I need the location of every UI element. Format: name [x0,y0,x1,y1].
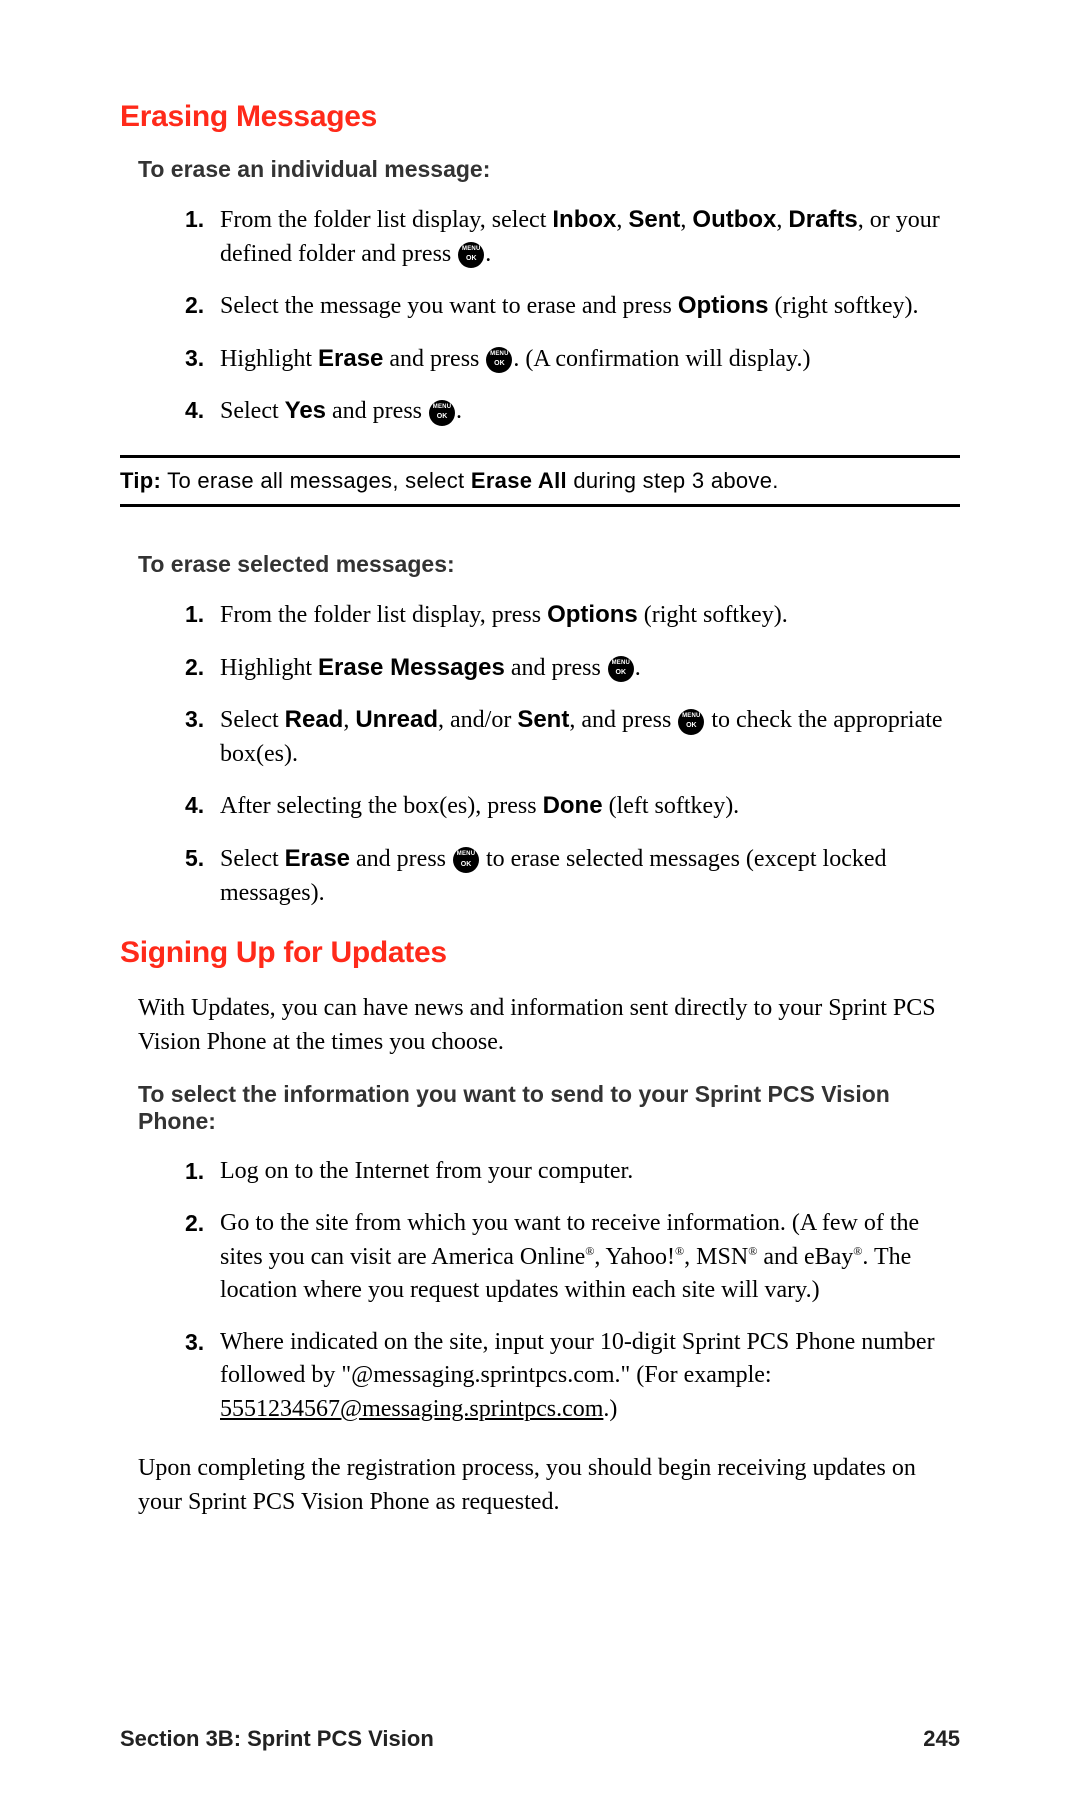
step-number: 1. [185,203,204,235]
t: . [456,398,462,424]
heading-erasing-messages: Erasing Messages [120,100,960,134]
step-text: Select the message you want to erase and… [220,293,678,319]
step-item: 2. Select the message you want to erase … [190,289,960,324]
step-text: From the folder list display, select [220,207,552,233]
step-item: 3. Where indicated on the site, input yo… [190,1326,960,1427]
t: , and press [569,707,677,733]
step-number: 5. [185,842,204,874]
intro-paragraph: With Updates, you can have news and info… [138,992,960,1059]
bold: Drafts [788,206,857,233]
t: and press [326,398,428,424]
t: . [485,241,491,267]
steps-erase-selected: 1. From the folder list display, press O… [120,598,960,910]
bold: Erase Messages [318,654,505,681]
step-text: After selecting the box(es), press [220,793,543,819]
bold: Sent [517,706,569,733]
step-item: 1. From the folder list display, press O… [190,598,960,633]
bold: Sent [628,206,680,233]
t: (left softkey). [603,793,740,819]
menu-ok-icon [458,242,484,268]
heading-signing-up: Signing Up for Updates [120,936,960,970]
step-item: 2. Go to the site from which you want to… [190,1207,960,1308]
step-number: 4. [185,789,204,821]
t: , MSN [684,1244,748,1270]
subhead-erase-selected: To erase selected messages: [138,551,960,578]
tip-text: To erase all messages, select [161,468,471,493]
t: , [616,207,628,233]
step-item: 5. Select Erase and press to erase selec… [190,842,960,910]
example-email-link: 5551234567@messaging.sprintpcs.com [220,1396,603,1422]
bold: Erase [318,345,383,372]
step-item: 4. After selecting the box(es), press Do… [190,789,960,824]
step-item: 2. Highlight Erase Messages and press . [190,651,960,686]
subhead-erase-individual: To erase an individual message: [138,156,960,183]
menu-ok-icon [486,347,512,373]
bold: Options [678,292,769,319]
step-number: 1. [185,598,204,630]
step-item: 1. From the folder list display, select … [190,203,960,271]
step-text: Select [220,846,285,872]
page-footer: Section 3B: Sprint PCS Vision 245 [0,1726,1080,1752]
t: and press [350,846,452,872]
t: , and/or [438,707,517,733]
t: (right softkey). [638,602,788,628]
step-number: 1. [185,1155,204,1187]
step-item: 1. Log on to the Internet from your comp… [190,1155,960,1189]
bold: Yes [285,397,326,424]
step-text: Select [220,398,285,424]
tip-label: Tip: [120,468,161,493]
step-item: 4. Select Yes and press . [190,394,960,429]
step-number: 2. [185,1207,204,1239]
tip-bold: Erase All [471,468,567,493]
step-item: 3. Select Read, Unread, and/or Sent, and… [190,703,960,771]
step-text: Select [220,707,285,733]
t: and press [505,655,607,681]
step-text: Where indicated on the site, input your … [220,1329,935,1389]
footer-section: Section 3B: Sprint PCS Vision [120,1726,434,1752]
step-number: 2. [185,651,204,683]
steps-signing-up: 1. Log on to the Internet from your comp… [120,1155,960,1426]
bold: Unread [355,706,438,733]
t: .) [603,1396,617,1422]
step-text: Highlight [220,346,318,372]
tip-block: Tip: To erase all messages, select Erase… [120,455,960,507]
menu-ok-icon [429,400,455,426]
trademark-icon: ® [748,1244,757,1258]
t: (right softkey). [769,293,919,319]
bold: Read [285,706,344,733]
step-number: 3. [185,703,204,735]
t: , [343,707,355,733]
footer-page-number: 245 [923,1726,960,1752]
menu-ok-icon [608,656,634,682]
step-item: 3. Highlight Erase and press . (A confir… [190,342,960,377]
closing-paragraph: Upon completing the registration process… [138,1452,960,1519]
step-number: 4. [185,394,204,426]
step-text: Log on to the Internet from your compute… [220,1158,633,1184]
bold: Erase [285,845,350,872]
t: , Yahoo! [594,1244,675,1270]
bold: Outbox [692,206,776,233]
menu-ok-icon [678,709,704,735]
step-number: 3. [185,1326,204,1358]
tip-text: during step 3 above. [567,468,779,493]
trademark-icon: ® [675,1244,684,1258]
steps-erase-individual: 1. From the folder list display, select … [120,203,960,429]
step-number: 2. [185,289,204,321]
t: , [776,207,788,233]
step-text: Highlight [220,655,318,681]
t: . (A confirmation will display.) [513,346,810,372]
t: and press [383,346,485,372]
bold: Options [547,601,638,628]
step-text: From the folder list display, press [220,602,547,628]
t: , [680,207,692,233]
step-number: 3. [185,342,204,374]
bold: Done [543,792,603,819]
t: and eBay [757,1244,853,1270]
menu-ok-icon [453,847,479,873]
subhead-select-info: To select the information you want to se… [138,1081,960,1135]
bold: Inbox [552,206,616,233]
trademark-icon: ® [585,1244,594,1258]
t: . [635,655,641,681]
